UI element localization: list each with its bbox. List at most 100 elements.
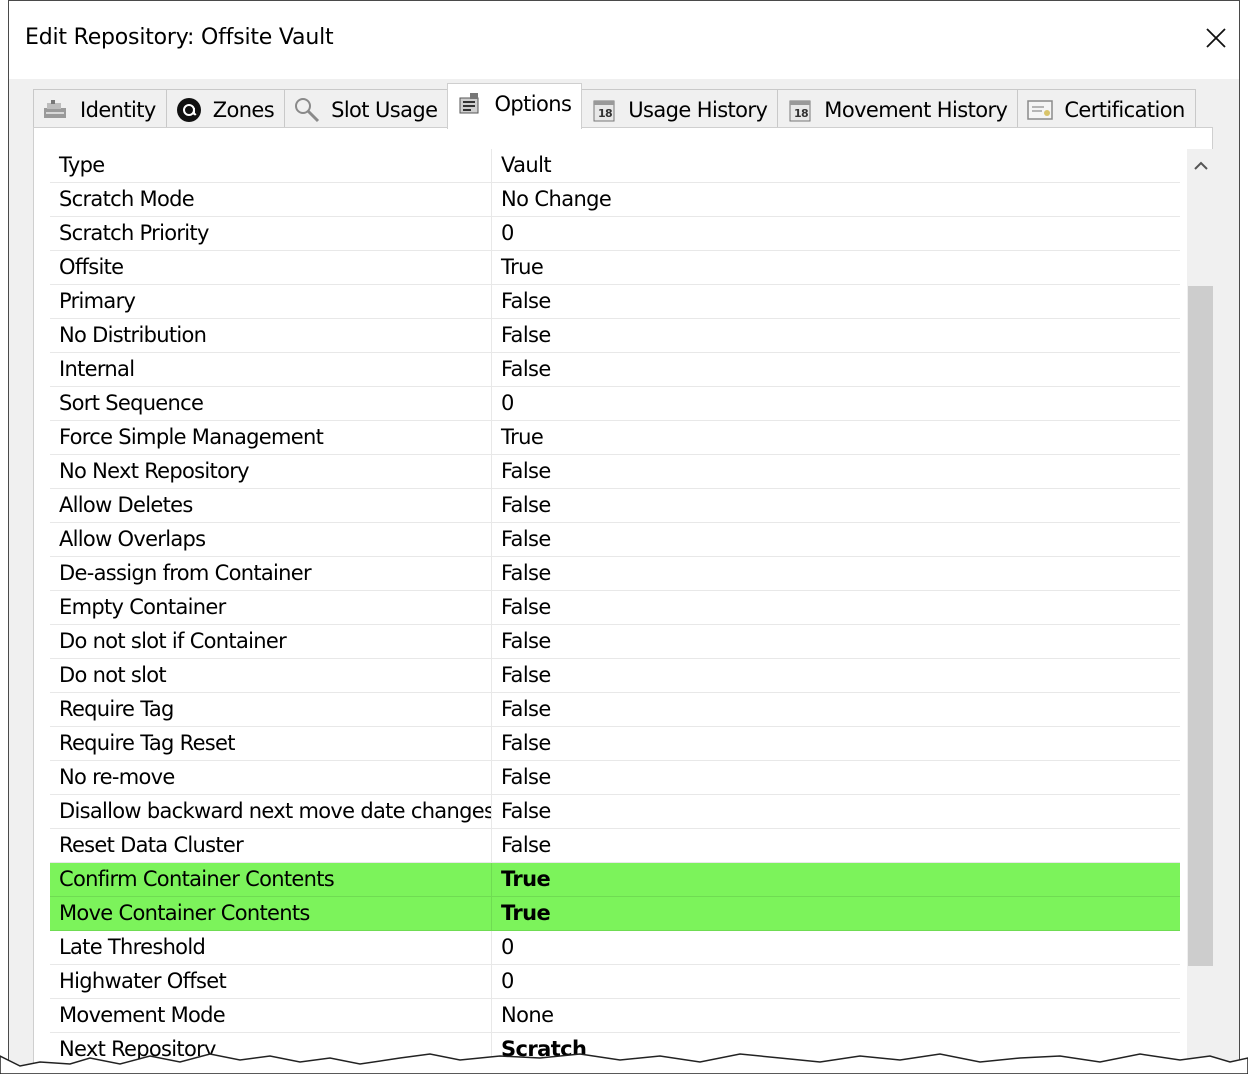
svg-text:18: 18 — [794, 107, 808, 120]
calendar-icon: 18 — [590, 96, 618, 124]
property-name: Force Simple Management — [50, 421, 492, 454]
property-row[interactable]: No re-move False — [50, 761, 1180, 795]
property-name: Internal — [50, 353, 492, 386]
property-name: Offsite — [50, 251, 492, 284]
property-value[interactable]: False — [492, 523, 1180, 556]
tab-options-label: Options — [494, 91, 572, 116]
property-name: Do not slot if Container — [50, 625, 492, 658]
property-name: Move Container Contents — [50, 897, 492, 930]
property-row[interactable]: Scratch Mode No Change — [50, 183, 1180, 217]
tab-movement-history[interactable]: 18 Movement History — [777, 89, 1019, 129]
property-name: De-assign from Container — [50, 557, 492, 590]
property-name: Confirm Container Contents — [50, 863, 492, 896]
property-value[interactable]: True — [492, 421, 1180, 454]
property-row[interactable]: Require Tag False — [50, 693, 1180, 727]
tab-usage-history-label: Usage History — [628, 97, 768, 122]
torn-edge — [0, 1053, 1248, 1074]
property-row[interactable]: Offsite True — [50, 251, 1180, 285]
property-value[interactable]: False — [492, 557, 1180, 590]
property-value[interactable]: None — [492, 999, 1180, 1032]
options-panel: Type Vault Scratch Mode No Change Scratch Pr… — [33, 127, 1214, 1074]
property-row[interactable]: Require Tag Reset False — [50, 727, 1180, 761]
property-name: Sort Sequence — [50, 387, 492, 420]
property-name: Primary — [50, 285, 492, 318]
property-value[interactable]: False — [492, 795, 1180, 828]
property-row[interactable]: Late Threshold 0 — [50, 931, 1180, 965]
property-value[interactable]: False — [492, 727, 1180, 760]
property-value[interactable]: False — [492, 659, 1180, 692]
property-value[interactable]: False — [492, 693, 1180, 726]
tab-identity-label: Identity — [80, 97, 156, 122]
property-value[interactable]: True — [492, 897, 1180, 930]
close-icon — [1206, 28, 1226, 48]
property-row[interactable]: Scratch Priority 0 — [50, 217, 1180, 251]
property-name: Allow Overlaps — [50, 523, 492, 556]
property-name: No re-move — [50, 761, 492, 794]
property-row[interactable]: Sort Sequence 0 — [50, 387, 1180, 421]
property-name: Empty Container — [50, 591, 492, 624]
property-name: Highwater Offset — [50, 965, 492, 998]
property-row[interactable]: Empty Container False — [50, 591, 1180, 625]
tab-options[interactable]: Options — [447, 83, 583, 129]
property-row[interactable]: Reset Data Cluster False — [50, 829, 1180, 863]
property-name: Scratch Priority — [50, 217, 492, 250]
property-name: Reset Data Cluster — [50, 829, 492, 862]
tab-zones-label: Zones — [212, 97, 275, 122]
scroll-thumb[interactable] — [1188, 286, 1213, 966]
property-name: Require Tag — [50, 693, 492, 726]
property-row[interactable]: Force Simple Management True — [50, 421, 1180, 455]
property-value[interactable]: No Change — [492, 183, 1180, 216]
tab-movement-history-label: Movement History — [824, 97, 1008, 122]
property-row[interactable]: Move Container Contents True — [50, 897, 1180, 931]
calendar-icon: 18 — [786, 96, 814, 124]
property-row[interactable]: Highwater Offset 0 — [50, 965, 1180, 999]
property-grid: Type Vault Scratch Mode No Change Scratch Pr… — [50, 149, 1180, 1067]
property-row[interactable]: Internal False — [50, 353, 1180, 387]
property-row[interactable]: Disallow backward next move date changes… — [50, 795, 1180, 829]
tab-usage-history[interactable]: 18 Usage History — [581, 89, 779, 129]
options-icon — [456, 90, 484, 118]
property-value[interactable]: False — [492, 489, 1180, 522]
property-row[interactable]: No Distribution False — [50, 319, 1180, 353]
property-row[interactable]: Movement Mode None — [50, 999, 1180, 1033]
property-row[interactable]: Type Vault — [50, 149, 1180, 183]
property-value[interactable]: True — [492, 863, 1180, 896]
close-button[interactable] — [1193, 15, 1239, 61]
property-row[interactable]: Do not slot if Container False — [50, 625, 1180, 659]
property-value[interactable]: True — [492, 251, 1180, 284]
property-row[interactable]: Confirm Container Contents True — [50, 863, 1180, 897]
property-row[interactable]: Do not slot False — [50, 659, 1180, 693]
tab-certification[interactable]: Certification — [1017, 89, 1196, 129]
magnifier-icon — [293, 96, 321, 124]
tab-strip: Identity Zones Slot Usage Options 18 Usa… — [33, 83, 1196, 129]
tab-identity[interactable]: Identity — [33, 89, 167, 129]
property-value[interactable]: False — [492, 591, 1180, 624]
property-value[interactable]: 0 — [492, 931, 1180, 964]
property-value[interactable]: False — [492, 455, 1180, 488]
property-name: Allow Deletes — [50, 489, 492, 522]
property-value[interactable]: 0 — [492, 217, 1180, 250]
property-row[interactable]: Primary False — [50, 285, 1180, 319]
title-bar: Edit Repository: Offsite Vault — [9, 1, 1239, 79]
tab-certification-label: Certification — [1064, 97, 1185, 122]
property-row[interactable]: Allow Overlaps False — [50, 523, 1180, 557]
tab-slot-usage[interactable]: Slot Usage — [284, 89, 449, 129]
identity-icon — [42, 96, 70, 124]
property-value[interactable]: False — [492, 761, 1180, 794]
property-value[interactable]: 0 — [492, 965, 1180, 998]
property-value[interactable]: False — [492, 285, 1180, 318]
property-row[interactable]: De-assign from Container False — [50, 557, 1180, 591]
property-value[interactable]: 0 — [492, 387, 1180, 420]
vertical-scrollbar[interactable] — [1187, 149, 1214, 1074]
property-value[interactable]: False — [492, 319, 1180, 352]
property-value[interactable]: Vault — [492, 149, 1180, 182]
property-row[interactable]: No Next Repository False — [50, 455, 1180, 489]
property-value[interactable]: False — [492, 625, 1180, 658]
scroll-up-button[interactable] — [1187, 149, 1214, 183]
property-row[interactable]: Allow Deletes False — [50, 489, 1180, 523]
certificate-icon — [1026, 96, 1054, 124]
property-name: No Next Repository — [50, 455, 492, 488]
tab-zones[interactable]: Zones — [165, 89, 286, 129]
property-value[interactable]: False — [492, 353, 1180, 386]
property-value[interactable]: False — [492, 829, 1180, 862]
